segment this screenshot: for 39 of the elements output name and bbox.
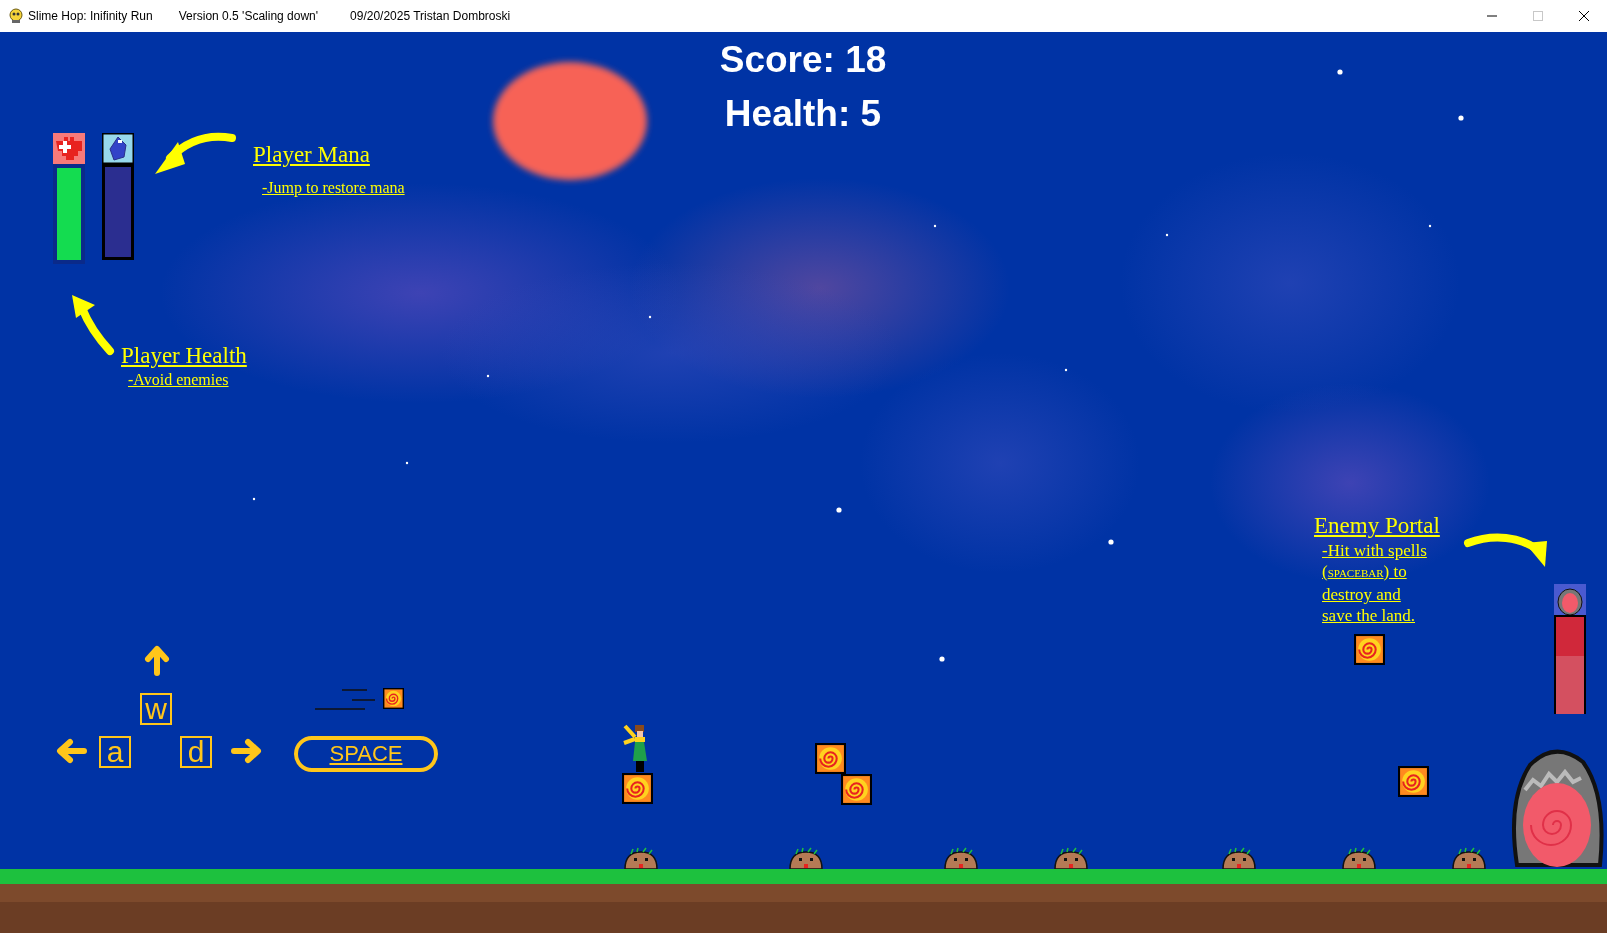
right-key[interactable]: d [180, 736, 212, 768]
spell-block [815, 743, 846, 774]
spell-block [841, 774, 872, 805]
slime-drawing [623, 847, 659, 869]
space-key[interactable]: SPACE [294, 736, 438, 772]
arrow-icon [57, 739, 87, 763]
health-text: Health: 5 [724, 93, 882, 135]
credit-text: 09/20/2025 Tristan Dombroski [350, 8, 511, 25]
tutorial-title: Player Mana [253, 142, 370, 168]
tutorial-hint: -Jump to restore mana [262, 178, 405, 198]
portal-icon [1554, 584, 1586, 615]
tutorial-title: Player Health [121, 343, 247, 369]
spell-block [1354, 634, 1385, 665]
arrow-icon [145, 646, 169, 676]
up-key[interactable]: w [140, 693, 172, 725]
close-icon[interactable] [1579, 11, 1589, 21]
speed-lines-icon [314, 689, 376, 710]
spell-block [383, 688, 404, 709]
arrow-icon [1464, 533, 1547, 567]
player-character-drawing [623, 723, 650, 773]
version-text: Version 0.5 'Scaling down' [178, 8, 319, 25]
slime-drawing [788, 847, 824, 869]
slime-drawing [1341, 847, 1377, 869]
app-icon [8, 8, 24, 24]
spell-block [622, 773, 653, 804]
window-title: Slime Hop: Inifinity Run [28, 8, 153, 25]
slime-drawing [1221, 847, 1257, 869]
slime-drawing [1053, 847, 1089, 869]
left-key[interactable]: a [99, 736, 131, 768]
tutorial-hint: -Hit with spells (SPACEBAR) to destroy and save the land. [1322, 540, 1428, 626]
arrow-icon [155, 132, 236, 174]
score-text: Score: 18 [719, 39, 887, 81]
spell-block [1398, 766, 1429, 797]
slime-drawing [943, 847, 979, 869]
arrow-icon [72, 295, 114, 355]
tutorial-hint: -Avoid enemies [128, 370, 229, 390]
tutorial-title: Enemy Portal [1314, 513, 1440, 539]
slime-drawing [1451, 847, 1487, 869]
arrow-icon [231, 739, 261, 763]
